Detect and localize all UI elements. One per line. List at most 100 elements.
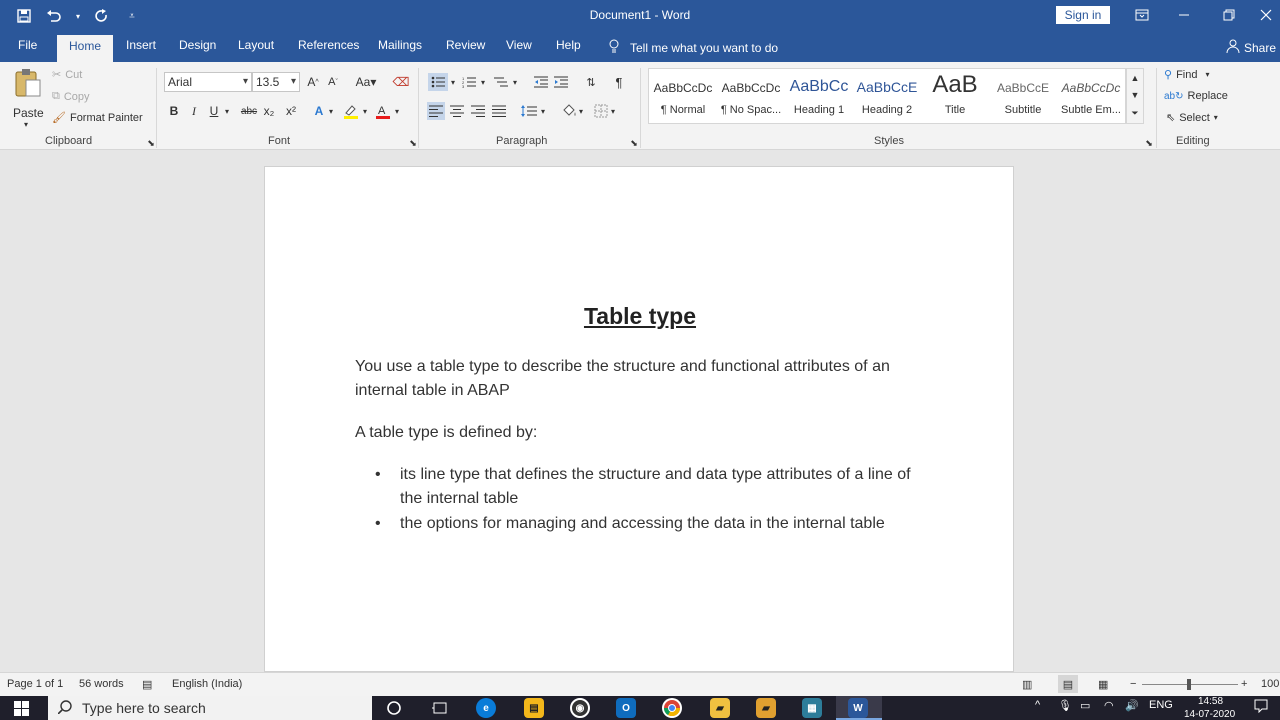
shading-dropdown-icon[interactable]: ▾ [576, 102, 586, 120]
bullets-icon[interactable] [428, 73, 448, 91]
show-formatting-marks-icon[interactable]: ¶ [610, 73, 628, 91]
tab-help[interactable]: Help [556, 38, 581, 52]
format-painter-button[interactable]: 🖌 Format Painter [52, 111, 143, 125]
tab-layout[interactable]: Layout [238, 38, 274, 52]
font-color-icon[interactable]: A [374, 102, 392, 120]
highlight-icon[interactable] [342, 102, 360, 120]
chevron-down-icon[interactable]: ▼ [1131, 90, 1140, 100]
tab-design[interactable]: Design [179, 38, 216, 52]
read-mode-icon[interactable]: ▥ [1022, 678, 1032, 691]
line-spacing-icon[interactable] [520, 102, 538, 120]
style-heading-1[interactable]: AaBbCc Heading 1 [785, 69, 853, 123]
underline-button[interactable]: U [205, 102, 223, 120]
grow-font-icon[interactable]: A ^ [304, 73, 322, 91]
minimize-icon[interactable] [1172, 4, 1196, 26]
taskbar-search-box[interactable]: Type here to search [48, 696, 372, 720]
bullets-dropdown-icon[interactable]: ▾ [448, 73, 458, 91]
cortana-icon[interactable] [384, 698, 404, 718]
styles-scrollbar[interactable]: ▲ ▼ ⏷ [1126, 68, 1144, 124]
bold-button[interactable]: B [165, 102, 183, 120]
microphone-icon[interactable]: 🎙 [1058, 699, 1072, 712]
line-spacing-dropdown-icon[interactable]: ▾ [538, 102, 548, 120]
clock-time[interactable]: 14:58 [1198, 696, 1223, 707]
style-subtitle[interactable]: AaBbCcE Subtitle [989, 69, 1057, 123]
text-effects-dropdown-icon[interactable]: ▾ [326, 102, 336, 120]
multilevel-list-icon[interactable] [492, 73, 510, 91]
strikethrough-button[interactable]: abc [238, 102, 260, 120]
clock-date[interactable]: 14-07-2020 [1184, 709, 1235, 720]
battery-icon[interactable]: ▭ [1080, 699, 1090, 712]
shrink-font-icon[interactable]: Aˇ [324, 73, 342, 91]
change-case-button[interactable]: Aa ▾ [352, 73, 380, 91]
increase-indent-icon[interactable] [552, 73, 570, 91]
cut-button[interactable]: ✂ Cut [52, 68, 82, 82]
file-explorer-icon[interactable]: ▰ [710, 698, 730, 718]
font-size-select[interactable]: 13.5 ▾ [252, 72, 300, 92]
underline-dropdown-icon[interactable]: ▾ [222, 102, 232, 120]
volume-icon[interactable]: 🔊 [1125, 699, 1139, 712]
document-page[interactable]: Table type You use a table type to descr… [264, 166, 1014, 672]
web-layout-icon[interactable]: ▦ [1098, 678, 1108, 691]
clear-formatting-icon[interactable]: ⌫ [392, 73, 410, 91]
superscript-button[interactable]: x² [282, 102, 300, 120]
copy-button[interactable]: ⧉ Copy [52, 90, 90, 103]
obs-studio-icon[interactable]: ◉ [570, 698, 590, 718]
word-count[interactable]: 56 words [79, 678, 124, 690]
replace-button[interactable]: ab↻ Replace [1164, 90, 1228, 102]
chrome-icon[interactable] [662, 698, 682, 718]
paste-button[interactable]: Paste ▾ [8, 68, 48, 129]
share-button[interactable]: Share [1226, 39, 1276, 56]
style-subtle-emphasis[interactable]: AaBbCcDc Subtle Em... [1057, 69, 1125, 123]
style-title[interactable]: AaB Title [921, 69, 989, 123]
decrease-indent-icon[interactable] [532, 73, 550, 91]
page-count[interactable]: Page 1 of 1 [7, 678, 63, 690]
app-window-icon[interactable]: ▦ [802, 698, 822, 718]
zoom-slider-thumb[interactable] [1187, 679, 1191, 690]
sign-in-button[interactable]: Sign in [1056, 6, 1110, 24]
edge-browser-icon[interactable]: e [476, 698, 496, 718]
align-right-icon[interactable] [469, 102, 487, 120]
style-no-spacing[interactable]: AaBbCcDc ¶ No Spac... [717, 69, 785, 123]
notifications-icon[interactable] [1254, 699, 1268, 716]
find-button[interactable]: ⚲ Find ▾ [1164, 68, 1209, 82]
document-workspace[interactable]: Table type You use a table type to descr… [0, 150, 1280, 672]
font-color-dropdown-icon[interactable]: ▾ [392, 102, 402, 120]
task-view-icon[interactable] [430, 698, 450, 718]
proofing-icon[interactable]: ▤ [142, 678, 152, 691]
zoom-out-icon[interactable]: − [1130, 678, 1136, 690]
italic-button[interactable]: I [185, 102, 203, 120]
tab-home[interactable]: Home [57, 35, 114, 62]
subscript-button[interactable]: x₂ [260, 102, 278, 120]
zoom-in-icon[interactable]: + [1241, 678, 1247, 690]
zoom-level[interactable]: 100 [1261, 678, 1279, 690]
more-styles-icon[interactable]: ⏷ [1131, 108, 1138, 119]
highlight-dropdown-icon[interactable]: ▾ [360, 102, 370, 120]
borders-dropdown-icon[interactable]: ▾ [608, 102, 618, 120]
sticky-notes-icon[interactable]: ▤ [524, 698, 544, 718]
show-hidden-icons-icon[interactable]: ^ [1035, 699, 1040, 711]
numbering-dropdown-icon[interactable]: ▾ [478, 73, 488, 91]
justify-icon[interactable] [490, 102, 508, 120]
tell-me-search[interactable]: Tell me what you want to do [608, 39, 778, 56]
tab-view[interactable]: View [506, 38, 532, 52]
word-taskbar-button[interactable]: W [836, 696, 882, 720]
numbering-icon[interactable]: 123 [460, 73, 478, 91]
align-left-icon[interactable] [427, 102, 445, 120]
windows-start-icon[interactable] [14, 701, 29, 719]
tab-references[interactable]: References [298, 38, 359, 52]
multilevel-dropdown-icon[interactable]: ▾ [510, 73, 520, 91]
style-normal[interactable]: AaBbCcDc ¶ Normal [649, 69, 717, 123]
tab-mailings[interactable]: Mailings [378, 38, 422, 52]
folder-icon[interactable]: ▰ [756, 698, 776, 718]
input-language[interactable]: ENG [1149, 699, 1173, 711]
align-center-icon[interactable] [448, 102, 466, 120]
print-layout-icon[interactable]: ▤ [1058, 675, 1078, 693]
ribbon-display-options-icon[interactable] [1130, 4, 1154, 26]
tab-insert[interactable]: Insert [126, 38, 156, 52]
tab-file[interactable]: File [18, 38, 37, 52]
select-button[interactable]: ⇖ Select ▾ [1166, 111, 1218, 125]
wifi-icon[interactable]: ◠ [1104, 699, 1114, 712]
sort-icon[interactable]: ⇅ [582, 73, 600, 91]
close-icon[interactable] [1254, 4, 1278, 26]
language-indicator[interactable]: English (India) [172, 678, 242, 690]
